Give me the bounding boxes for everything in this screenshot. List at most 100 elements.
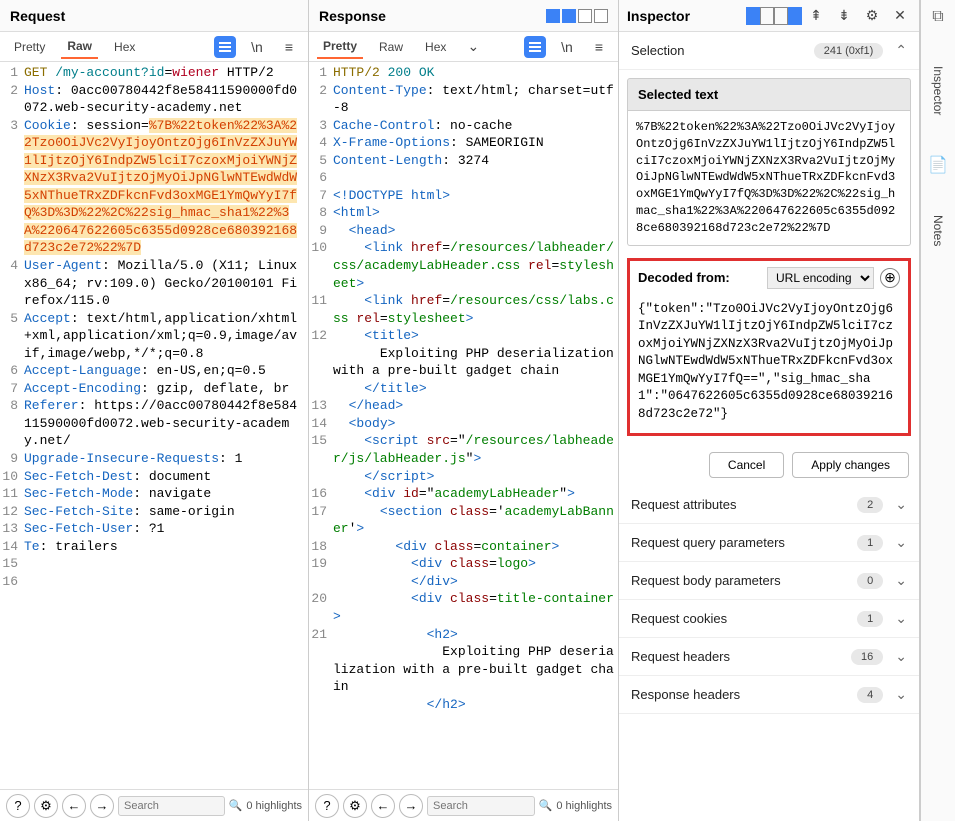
code-line[interactable]: 16: [0, 573, 308, 591]
code-line[interactable]: 13 </head>: [309, 397, 618, 415]
layout-right-icon[interactable]: [777, 5, 799, 27]
actions-icon[interactable]: [524, 36, 546, 58]
add-encoding-icon[interactable]: ⊕: [880, 268, 900, 288]
highlight-count: 0 highlights: [556, 800, 612, 812]
selected-text-box[interactable]: %7B%22token%22%3A%22Tzo0OiJVc2VyIjoyOntz…: [627, 111, 911, 246]
close-icon[interactable]: ✕: [889, 5, 911, 27]
code-line[interactable]: 6: [309, 169, 618, 187]
request-tabs: Pretty Raw Hex \n ≡: [0, 32, 308, 62]
gear-icon[interactable]: ⚙: [861, 5, 883, 27]
inspector-row[interactable]: Request headers16⌄: [619, 638, 919, 676]
chevron-down-icon[interactable]: ⌄: [887, 610, 907, 627]
encoding-select[interactable]: URL encoding: [767, 267, 874, 289]
sidebar-inspector[interactable]: Inspector: [931, 66, 945, 115]
menu-icon[interactable]: ≡: [278, 36, 300, 58]
code-line[interactable]: 2Host: 0acc00780442f8e58411590000fd0072.…: [0, 82, 308, 117]
code-line[interactable]: 11Sec-Fetch-Mode: navigate: [0, 485, 308, 503]
tab-pretty[interactable]: Pretty: [8, 36, 51, 58]
prev-icon[interactable]: ←: [62, 794, 86, 818]
code-line[interactable]: 3Cookie: session=%7B%22token%22%3A%22Tzo…: [0, 117, 308, 257]
code-line[interactable]: 6Accept-Language: en-US,en;q=0.5: [0, 362, 308, 380]
code-line[interactable]: 14 <body>: [309, 415, 618, 433]
cancel-button[interactable]: Cancel: [709, 452, 784, 478]
code-line[interactable]: 8<html>: [309, 204, 618, 222]
code-line[interactable]: 1HTTP/2 200 OK: [309, 64, 618, 82]
search-input[interactable]: [427, 796, 535, 816]
help-icon[interactable]: ?: [6, 794, 30, 818]
code-line[interactable]: 9Upgrade-Insecure-Requests: 1: [0, 450, 308, 468]
request-title: Request: [10, 8, 65, 24]
prev-icon[interactable]: ←: [371, 794, 395, 818]
code-line[interactable]: 5Accept: text/html,application/xhtml+xml…: [0, 310, 308, 363]
actions-icon[interactable]: [214, 36, 236, 58]
response-code[interactable]: 1HTTP/2 200 OK2Content-Type: text/html; …: [309, 62, 618, 789]
sidebar-notes[interactable]: Notes: [931, 215, 945, 246]
code-line[interactable]: 3Cache-Control: no-cache: [309, 117, 618, 135]
code-line[interactable]: 8Referer: https://0acc00780442f8e5841159…: [0, 397, 308, 450]
code-line[interactable]: 1GET /my-account?id=wiener HTTP/2: [0, 64, 308, 82]
layout-left-icon[interactable]: [749, 5, 771, 27]
code-line[interactable]: 15 <script src="/resources/labheader/js/…: [309, 432, 618, 485]
tab-hex[interactable]: Hex: [108, 36, 141, 58]
code-line[interactable]: 10Sec-Fetch-Dest: document: [0, 468, 308, 486]
code-line[interactable]: 18 <div class=container>: [309, 538, 618, 556]
code-line[interactable]: 13Sec-Fetch-User: ?1: [0, 520, 308, 538]
selection-label: Selection: [631, 43, 684, 58]
code-line[interactable]: 17 <section class='academyLabBanner'>: [309, 503, 618, 538]
tab-raw[interactable]: Raw: [373, 36, 409, 58]
response-panel: Response Pretty Raw Hex ⌄ \n ≡ 1HTTP/2 2…: [309, 0, 619, 821]
code-line[interactable]: 7<!DOCTYPE html>: [309, 187, 618, 205]
apply-button[interactable]: Apply changes: [792, 452, 909, 478]
chevron-down-icon[interactable]: ⌄: [887, 496, 907, 513]
inspector-row[interactable]: Request body parameters0⌄: [619, 562, 919, 600]
code-line[interactable]: 5Content-Length: 3274: [309, 152, 618, 170]
expand-up-icon[interactable]: ⇞: [805, 5, 827, 27]
chevron-down-icon[interactable]: ⌄: [887, 686, 907, 703]
notes-sidebar-icon[interactable]: 📄: [928, 155, 948, 175]
code-line[interactable]: 20 <div class=title-container>: [309, 590, 618, 625]
menu-icon[interactable]: ≡: [588, 36, 610, 58]
chevron-down-icon[interactable]: ⌄: [462, 36, 484, 58]
code-line[interactable]: 4X-Frame-Options: SAMEORIGIN: [309, 134, 618, 152]
code-line[interactable]: 2Content-Type: text/html; charset=utf-8: [309, 82, 618, 117]
request-header: Request: [0, 0, 308, 32]
selection-row[interactable]: Selection 241 (0xf1) ⌃: [619, 32, 919, 70]
inspector-row[interactable]: Request query parameters1⌄: [619, 524, 919, 562]
newline-icon[interactable]: \n: [246, 36, 268, 58]
gear-icon[interactable]: ⚙: [343, 794, 367, 818]
newline-icon[interactable]: \n: [556, 36, 578, 58]
next-icon[interactable]: →: [90, 794, 114, 818]
request-code[interactable]: 1GET /my-account?id=wiener HTTP/22Host: …: [0, 62, 308, 789]
chevron-down-icon[interactable]: ⌄: [887, 648, 907, 665]
tab-hex[interactable]: Hex: [419, 36, 452, 58]
chevron-up-icon[interactable]: ⌃: [887, 42, 907, 59]
code-line[interactable]: 16 <div id="academyLabHeader">: [309, 485, 618, 503]
code-line[interactable]: 9 <head>: [309, 222, 618, 240]
search-input[interactable]: [118, 796, 225, 816]
inspector-panel: Inspector ⇞ ⇟ ⚙ ✕ Selection 241 (0xf1) ⌃…: [619, 0, 920, 821]
chevron-down-icon[interactable]: ⌄: [887, 572, 907, 589]
gear-icon[interactable]: ⚙: [34, 794, 58, 818]
code-line[interactable]: 21 <h2> Exploiting PHP deserialization w…: [309, 626, 618, 714]
decoded-text-box[interactable]: {"token":"Tzo0OiJVc2VyIjoyOntzOjg6InVzZX…: [630, 295, 908, 434]
chevron-down-icon[interactable]: ⌄: [887, 534, 907, 551]
layout-toggle-top[interactable]: [546, 9, 608, 23]
inspector-row[interactable]: Request attributes2⌄: [619, 486, 919, 524]
code-line[interactable]: 12 <title> Exploiting PHP deserializatio…: [309, 327, 618, 397]
code-line[interactable]: 12Sec-Fetch-Site: same-origin: [0, 503, 308, 521]
code-line[interactable]: 15: [0, 555, 308, 573]
inspector-row[interactable]: Request cookies1⌄: [619, 600, 919, 638]
code-line[interactable]: 10 <link href=/resources/labheader/css/a…: [309, 239, 618, 292]
code-line[interactable]: 7Accept-Encoding: gzip, deflate, br: [0, 380, 308, 398]
inspector-row[interactable]: Response headers4⌄: [619, 676, 919, 714]
tab-pretty[interactable]: Pretty: [317, 35, 363, 59]
inspector-sidebar-icon[interactable]: ⧉: [932, 8, 943, 26]
expand-down-icon[interactable]: ⇟: [833, 5, 855, 27]
code-line[interactable]: 11 <link href=/resources/css/labs.css re…: [309, 292, 618, 327]
code-line[interactable]: 14Te: trailers: [0, 538, 308, 556]
next-icon[interactable]: →: [399, 794, 423, 818]
tab-raw[interactable]: Raw: [61, 35, 98, 59]
code-line[interactable]: 19 <div class=logo> </div>: [309, 555, 618, 590]
code-line[interactable]: 4User-Agent: Mozilla/5.0 (X11; Linux x86…: [0, 257, 308, 310]
help-icon[interactable]: ?: [315, 794, 339, 818]
